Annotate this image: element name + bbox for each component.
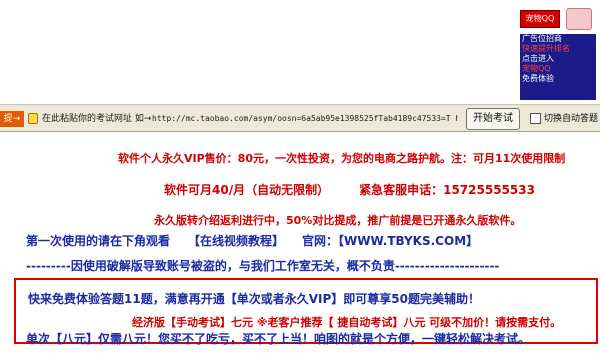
ad-button[interactable]: 宠物QQ bbox=[520, 10, 560, 28]
url-input[interactable]: http://mc.taobao.com/asym/oosn=6a5ab95e1… bbox=[152, 112, 458, 126]
support-phone-text: 紧急客服申话：15725555533 bbox=[359, 183, 535, 197]
pricing-line: 软件可月40/月（自动无限制） 紧急客服申话：15725555533 bbox=[164, 181, 535, 198]
start-exam-button[interactable]: 开始考试 bbox=[466, 108, 520, 130]
ad-image-line: 宠物QQ bbox=[522, 64, 551, 73]
main-content: 软件个人永久VIP售价：80元，一次性投资，为您的电商之路护航。注：可月11次使… bbox=[0, 132, 600, 354]
lock-icon bbox=[28, 113, 38, 124]
ad-panel: 宠物QQ 广告位招商 快速提升排名 点击进入 宠物QQ 免费体验 bbox=[516, 6, 600, 104]
website-link[interactable]: 官网：【WWW.TBYKS.COM】 bbox=[302, 234, 478, 248]
single-plan-text: 单次【八元】仅需八元！您买不了吃亏，买不了上当！咱图的就是个方便，一键轻松解决考… bbox=[26, 332, 531, 346]
video-tutorial-link[interactable]: 【在线视频教程】 bbox=[188, 234, 284, 248]
toolbar: 提→ 在此粘贴你的考试网址 如→ http://mc.taobao.com/as… bbox=[0, 104, 600, 132]
disclaimer-text: ---------因使用破解版导致账号被盗的，与我们工作室无关，概不负责----… bbox=[26, 259, 500, 273]
ad-image-line: 快速提升排名 bbox=[522, 44, 570, 53]
toolbar-left-button[interactable]: 提→ bbox=[0, 111, 24, 127]
free-trial-text: 快来免费体验答题11题，满意再开通【单次或者永久VIP】即可尊享50题完美辅助！ bbox=[28, 292, 480, 306]
economy-plan-text: 经济版【手动考试】七元 ※老客户推荐【 捷自动考试】八元 可级不加价！请按需支付… bbox=[132, 316, 562, 329]
tutorial-hint-text: 第一次使用的请在下角观看 bbox=[26, 234, 171, 248]
ad-image-line: 免费体验 bbox=[522, 74, 554, 83]
tutorial-line: 第一次使用的请在下角观看 【在线视频教程】 官网：【WWW.TBYKS.COM】 bbox=[26, 232, 478, 249]
monthly-price-text: 软件可月40/月（自动无限制） bbox=[164, 183, 330, 197]
ad-image-line: 点击进入 bbox=[522, 54, 554, 63]
auto-answer-label: 切换自动答题 bbox=[544, 114, 599, 124]
toolbar-instruction: 在此粘贴你的考试网址 如→ bbox=[42, 114, 152, 124]
vip-price-text: 软件个人永久VIP售价：80元，一次性投资，为您的电商之路护航。注：可月11次使… bbox=[118, 152, 566, 165]
promo-box: 快来免费体验答题11题，满意再开通【单次或者永久VIP】即可尊享50题完美辅助！… bbox=[14, 278, 598, 346]
ad-image-line: 广告位招商 bbox=[522, 34, 562, 43]
ad-image[interactable]: 广告位招商 快速提升排名 点击进入 宠物QQ 免费体验 bbox=[520, 34, 596, 100]
referral-text: 永久版转介绍返利进行中，50%对比提成，推广前提是已开通永久版软件。 bbox=[154, 214, 522, 227]
top-area: 宠物QQ 广告位招商 快速提升排名 点击进入 宠物QQ 免费体验 bbox=[0, 0, 600, 104]
ad-avatar-icon[interactable] bbox=[566, 8, 592, 30]
auto-answer-checkbox[interactable] bbox=[530, 113, 541, 124]
